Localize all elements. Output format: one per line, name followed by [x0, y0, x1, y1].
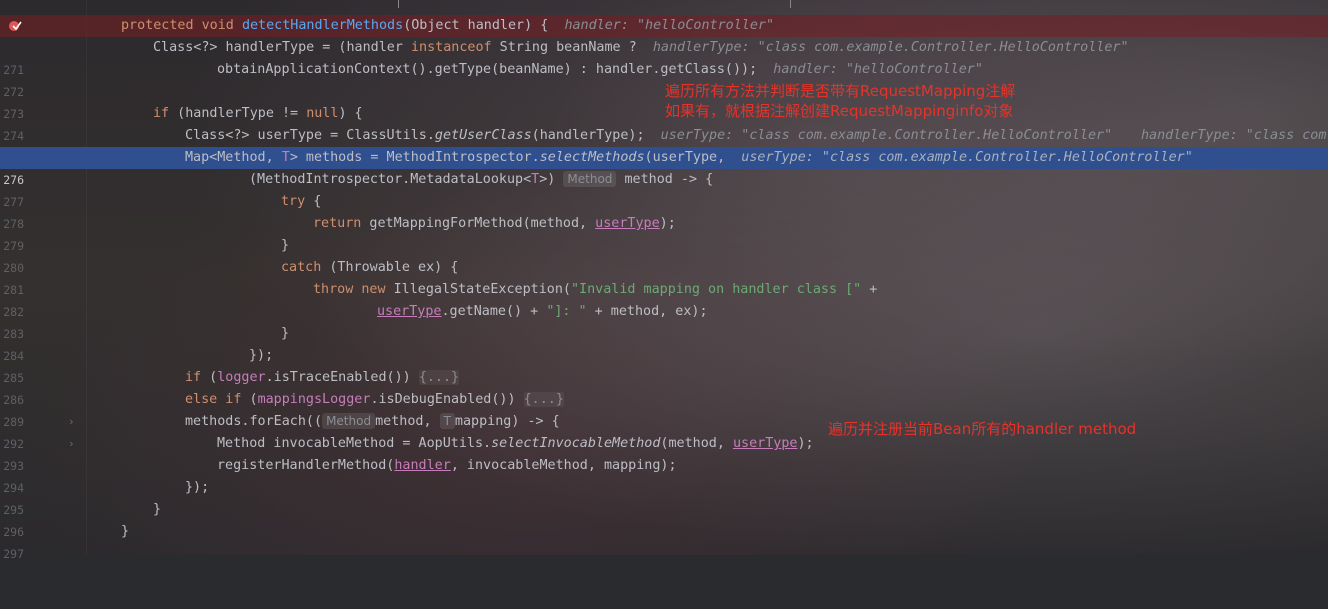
code-line[interactable]: 271 Class<?> handlerType = (handler inst… [0, 37, 1328, 77]
inline-debug-value: handlerType: "class com [1141, 128, 1327, 143]
inline-debug-value: userType: "class com.example.Controller.… [741, 150, 1193, 165]
code-line[interactable]: 284 } [0, 323, 1328, 363]
breakpoint-icon[interactable] [8, 20, 22, 32]
parameter-type-hint: T [439, 413, 455, 429]
code-text: (MethodIntrospector.MetadataLookup<T>) M… [249, 171, 714, 187]
folded-code-block[interactable]: {...} [418, 370, 460, 385]
code-line[interactable]: 272 obtainApplicationContext().getType(b… [0, 59, 1328, 99]
code-line[interactable]: 297 } [0, 521, 1328, 561]
line-number: 297 [3, 547, 24, 561]
indent-guide [790, 0, 791, 8]
code-text: else if (mappingsLogger.isDebugEnabled()… [185, 392, 564, 407]
code-text: } [153, 502, 162, 517]
code-text: catch (Throwable ex) { [281, 260, 459, 275]
code-line[interactable]: 277 (MethodIntrospector.MetadataLookup<T… [0, 169, 1328, 209]
inline-debug-value: handlerType: "class com.example.Controll… [652, 40, 1129, 55]
code-line[interactable]: 285 }); [0, 345, 1328, 385]
code-line[interactable]: 286 › if (logger.isTraceEnabled()) {...} [0, 367, 1328, 428]
code-line[interactable]: 274 if (handlerType != null) { [0, 103, 1328, 143]
code-text: protected void detectHandlerMethods(Obje… [121, 18, 775, 33]
code-text: } [281, 326, 290, 341]
code-text: Map<Method, T> methods = MethodIntrospec… [185, 150, 1193, 165]
code-text: Class<?> userType = ClassUtils.getUserCl… [185, 128, 1113, 143]
inline-debug-value: handler: "helloController" [773, 62, 983, 77]
code-line[interactable]: 294 registerHandlerMethod(handler, invoc… [0, 455, 1328, 495]
parameter-type-hint: Method [322, 413, 376, 429]
code-line[interactable]: 279 return getMappingForMethod(method, u… [0, 213, 1328, 253]
code-text: Class<?> handlerType = (handler instance… [153, 40, 1129, 55]
annotation-note: 遍历并注册当前Bean所有的handler method [828, 420, 1137, 438]
code-text: } [121, 524, 130, 539]
code-line[interactable]: 295 }); [0, 477, 1328, 517]
code-text: }); [185, 480, 210, 495]
current-execution-line[interactable]: 276 Map<Method, T> methods = MethodIntro… [0, 147, 1328, 187]
code-line[interactable]: 278 try { [0, 191, 1328, 231]
inline-debug-value: handler: "helloController" [564, 18, 775, 33]
code-text: } [281, 238, 290, 253]
code-line[interactable]: 280 } [0, 235, 1328, 275]
code-line[interactable]: protected void detectHandlerMethods(Obje… [0, 15, 1328, 37]
code-text: return getMappingForMethod(method, userT… [313, 216, 676, 231]
code-line[interactable]: 289 › else if (mappingsLogger.isDebugEna… [0, 389, 1328, 450]
code-line[interactable]: 281 catch (Throwable ex) { [0, 257, 1328, 297]
code-line[interactable]: 296 } [0, 499, 1328, 539]
code-line[interactable]: 282 throw new IllegalStateException("Inv… [0, 279, 1328, 319]
inline-debug-value: userType: "class com.example.Controller.… [660, 128, 1113, 143]
code-text: }); [249, 348, 274, 363]
annotation-note: 遍历所有方法并判断是否带有RequestMapping注解 如果有，就根据注解创… [665, 82, 1016, 120]
code-text: methods.forEach((Method method, Tmapping)… [185, 413, 560, 429]
folded-code-block[interactable]: {...} [523, 392, 564, 407]
code-text: userType.getName() + "]: " + method, ex)… [377, 304, 708, 319]
code-line[interactable]: 273 [0, 81, 1328, 121]
code-editor[interactable]: protected void detectHandlerMethods(Obje… [0, 0, 1328, 561]
code-line[interactable]: 283 userType.getName() + "]: " + method,… [0, 301, 1328, 341]
parameter-type-hint: Method [563, 171, 617, 187]
code-text: obtainApplicationContext().getType(beanN… [217, 62, 983, 77]
code-text: try { [281, 194, 322, 209]
code-text: registerHandlerMethod(handler, invocable… [217, 458, 677, 473]
code-line[interactable]: 275 Class<?> userType = ClassUtils.getUs… [0, 125, 1328, 165]
code-text: if (logger.isTraceEnabled()) {...} [185, 370, 460, 385]
indent-guide [398, 0, 399, 8]
code-text: Method invocableMethod = AopUtils.select… [217, 436, 814, 451]
code-text: throw new IllegalStateException("Invalid… [313, 282, 878, 297]
code-text: if (handlerType != null) { [153, 106, 363, 121]
